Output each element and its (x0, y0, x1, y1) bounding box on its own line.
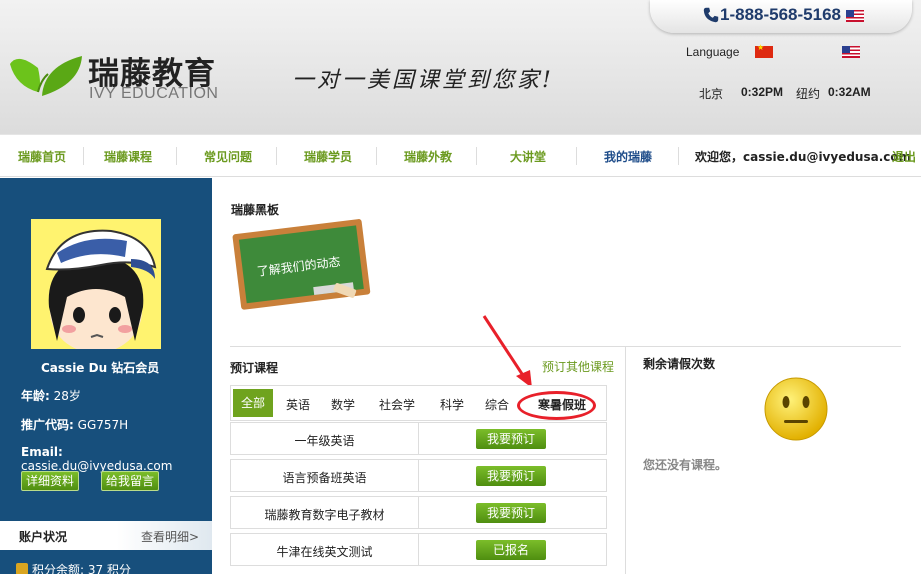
nav-separator (576, 147, 577, 165)
age-row: 年龄: 28岁 (21, 387, 81, 404)
beijing-label: 北京 (699, 87, 724, 101)
leave-message-button[interactable]: 给我留言 (101, 471, 160, 491)
cn-flag-icon[interactable] (755, 43, 773, 58)
slogan: 一对一美国课堂到您家! (292, 68, 554, 93)
course-name: 牛津在线英文测试 (276, 545, 373, 559)
course-name: 一年级英语 (294, 434, 355, 448)
blackboard-graphic: 了解我们的动态 (232, 219, 371, 310)
welcome-text: 欢迎您，cassie.du@ivyedusa.com (695, 150, 912, 164)
table-row: 牛津在线英文测试 已报名 (230, 533, 607, 566)
book-course-button[interactable]: 我要预订 (476, 429, 546, 449)
details-button[interactable]: 详细资料 (21, 471, 80, 491)
logout-link[interactable]: 退出 (892, 148, 916, 165)
view-details-link[interactable]: 查看明细> (141, 528, 199, 545)
booking-title: 预订课程 (230, 361, 279, 375)
promo-code-row: 推广代码: GG757H (21, 416, 128, 433)
nav-item-my-ivy[interactable]: 我的瑞藤 (604, 148, 652, 165)
neutral-face-icon (764, 377, 828, 441)
age-label: 年龄: (21, 389, 50, 403)
book-other-courses-link[interactable]: 预订其他课程 (542, 358, 614, 375)
no-course-message: 您还没有课程。 (643, 458, 728, 472)
tab-science[interactable]: 科学 (440, 396, 464, 413)
tab-math[interactable]: 数学 (331, 396, 355, 413)
email-label: Email: (21, 445, 63, 459)
nav-separator (276, 147, 277, 165)
points-balance: 积分余额: 37 积分 (16, 561, 131, 574)
nav-separator (678, 147, 679, 165)
email-row: Email: cassie.du@ivyedusa.com (21, 445, 212, 473)
highlight-circle-annotation (517, 391, 596, 420)
tab-all[interactable]: 全部 (233, 389, 273, 417)
newyork-time: 0:32AM (828, 85, 871, 99)
logo-english[interactable]: IVY EDUCATION (89, 85, 218, 103)
language-label: Language (686, 45, 740, 59)
enrolled-button[interactable]: 已报名 (476, 540, 546, 560)
avatar[interactable] (31, 219, 161, 349)
remaining-leave-title: 剩余请假次数 (643, 357, 716, 371)
nav-item-students[interactable]: 瑞藤学员 (304, 148, 352, 165)
nav-separator (83, 147, 84, 165)
us-flag-icon[interactable] (846, 10, 864, 22)
column-separator (418, 534, 419, 565)
site-header: 1-888-568-5168 瑞藤教育 IVY EDUCATION 一对一美国课… (0, 0, 921, 134)
table-row: 瑞藤教育数字电子教材 我要预订 (230, 496, 607, 529)
tab-english[interactable]: 英语 (286, 396, 310, 413)
nav-item-teachers[interactable]: 瑞藤外教 (404, 148, 452, 165)
tab-sociology[interactable]: 社会学 (379, 396, 415, 413)
table-row: 一年级英语 我要预订 (230, 422, 607, 455)
page-root: 1-888-568-5168 瑞藤教育 IVY EDUCATION 一对一美国课… (0, 0, 921, 574)
course-name: 瑞藤教育数字电子教材 (264, 508, 385, 522)
nav-item-courses[interactable]: 瑞藤课程 (104, 148, 152, 165)
promo-code-value: GG757H (77, 418, 129, 432)
age-value: 28岁 (53, 389, 81, 403)
book-course-button[interactable]: 我要预订 (476, 503, 546, 523)
account-status-bar: 账户状况 查看明细> (0, 521, 212, 550)
column-separator (418, 497, 419, 528)
main-nav: 瑞藤首页 瑞藤课程 常见问题 瑞藤学员 瑞藤外教 大讲堂 我的瑞藤 欢迎您，ca… (0, 134, 921, 177)
beijing-time: 0:32PM (741, 85, 784, 99)
phone-bar: 1-888-568-5168 (650, 0, 912, 33)
column-separator (418, 460, 419, 491)
book-course-button[interactable]: 我要预订 (476, 466, 546, 486)
red-arrow-annotation (482, 315, 532, 388)
nav-item-home[interactable]: 瑞藤首页 (18, 148, 66, 165)
leaf-logo-icon (10, 56, 82, 96)
nav-separator (476, 147, 477, 165)
nav-separator (376, 147, 377, 165)
column-separator (418, 423, 419, 454)
newyork-label: 纽约 (796, 87, 821, 101)
phone-number: 1-888-568-5168 (720, 5, 841, 24)
course-name: 语言预备班英语 (282, 471, 367, 485)
us-flag-icon[interactable] (842, 46, 860, 58)
phone-icon (703, 7, 719, 23)
section-divider (230, 346, 901, 347)
promo-code-label: 推广代码: (21, 418, 74, 432)
blackboard-image[interactable]: 了解我们的动态 (230, 212, 378, 310)
user-name: Cassie Du 钻石会员 (41, 361, 160, 375)
account-status-title: 账户状况 (19, 530, 68, 544)
points-text: 积分余额: 37 积分 (32, 563, 131, 574)
column-divider (625, 347, 626, 574)
tab-general[interactable]: 综合 (485, 396, 509, 413)
table-row: 语言预备班英语 我要预订 (230, 459, 607, 492)
avatar-image (31, 219, 161, 349)
nav-item-lectures[interactable]: 大讲堂 (510, 148, 546, 165)
coins-icon (16, 563, 28, 574)
nav-separator (176, 147, 177, 165)
nav-item-faq[interactable]: 常见问题 (204, 148, 252, 165)
sidebar: Cassie Du 钻石会员 年龄: 28岁 推广代码: GG757H Emai… (0, 178, 212, 574)
